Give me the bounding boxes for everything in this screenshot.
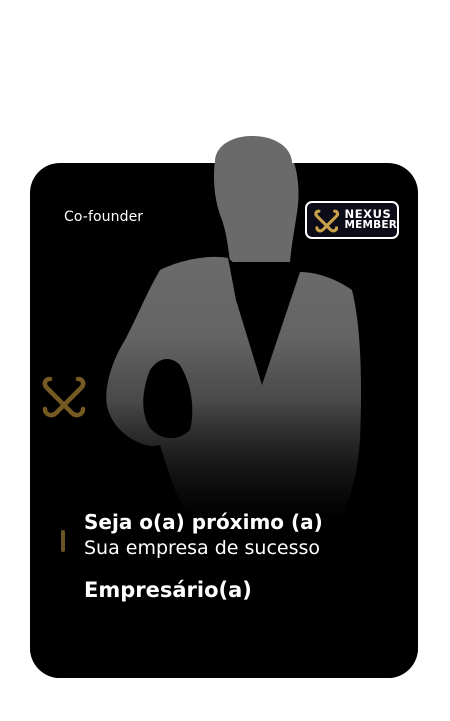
page: Co-founder NEXUS MEMBER Seja o(a) próxim… — [0, 0, 450, 721]
silhouette-head — [214, 135, 292, 163]
nexus-member-badge: NEXUS MEMBER — [305, 201, 399, 239]
accent-bar — [61, 530, 65, 552]
badge-line2: MEMBER — [344, 219, 397, 231]
subline: Sua empresa de sucesso — [84, 537, 320, 559]
nexus-x-watermark-icon — [42, 376, 86, 418]
headline: Seja o(a) próximo (a) — [84, 510, 323, 534]
card-fade — [30, 338, 418, 678]
badge-text: NEXUS MEMBER — [344, 208, 397, 231]
role-label: Co-founder — [64, 209, 144, 225]
title: Empresário(a) — [84, 578, 252, 602]
nexus-x-logo-icon — [314, 209, 340, 233]
